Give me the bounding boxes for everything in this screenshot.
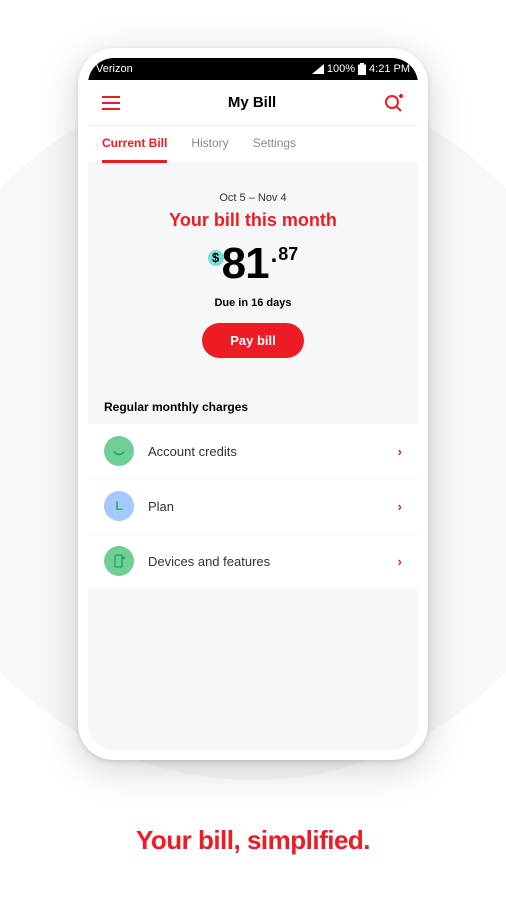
battery-pct: 100%: [327, 63, 355, 75]
phone-frame: Verizon 100% 4:21 PM My Bill Current Bil…: [78, 48, 428, 760]
chevron-right-icon: ›: [398, 444, 402, 459]
bill-title: Your bill this month: [104, 210, 402, 231]
bill-summary: Oct 5 – Nov 4 Your bill this month $81.8…: [88, 164, 418, 378]
tab-settings[interactable]: Settings: [253, 126, 296, 163]
status-right: 100% 4:21 PM: [312, 63, 410, 75]
menu-icon[interactable]: [102, 96, 120, 110]
charges-item-plan[interactable]: L Plan ›: [88, 479, 418, 534]
clock: 4:21 PM: [369, 63, 410, 75]
currency-symbol: $: [208, 250, 224, 266]
status-bar: Verizon 100% 4:21 PM: [88, 58, 418, 80]
page-title: My Bill: [228, 94, 276, 111]
tagline: Your bill, simplified.: [0, 825, 506, 856]
bill-amount: $81.87: [208, 239, 299, 289]
list-item-label: Plan: [148, 499, 398, 514]
charges-item-devices[interactable]: Devices and features ›: [88, 534, 418, 589]
content: Oct 5 – Nov 4 Your bill this month $81.8…: [88, 164, 418, 750]
amount-whole: 81: [222, 239, 269, 288]
tabs: Current Bill History Settings: [88, 126, 418, 164]
due-label: Due in 16 days: [104, 297, 402, 309]
list-item-label: Devices and features: [148, 554, 398, 569]
charges-item-account-credits[interactable]: Account credits ›: [88, 424, 418, 479]
screen: Verizon 100% 4:21 PM My Bill Current Bil…: [88, 58, 418, 750]
tab-history[interactable]: History: [191, 126, 228, 163]
carrier-label: Verizon: [96, 63, 133, 75]
section-title: Regular monthly charges: [88, 378, 418, 424]
amount-cents: 87: [278, 244, 298, 264]
app-header: My Bill: [88, 80, 418, 126]
smile-icon: [104, 436, 134, 466]
chevron-right-icon: ›: [398, 499, 402, 514]
tab-current-bill[interactable]: Current Bill: [102, 126, 167, 163]
battery-icon: [358, 63, 366, 75]
plan-icon: L: [104, 491, 134, 521]
signal-icon: [312, 64, 324, 74]
date-range: Oct 5 – Nov 4: [104, 192, 402, 204]
amount-dot: .: [271, 241, 278, 268]
search-add-icon[interactable]: [384, 93, 404, 113]
pay-bill-button[interactable]: Pay bill: [202, 323, 304, 358]
list-item-label: Account credits: [148, 444, 398, 459]
chevron-right-icon: ›: [398, 554, 402, 569]
device-icon: [104, 546, 134, 576]
